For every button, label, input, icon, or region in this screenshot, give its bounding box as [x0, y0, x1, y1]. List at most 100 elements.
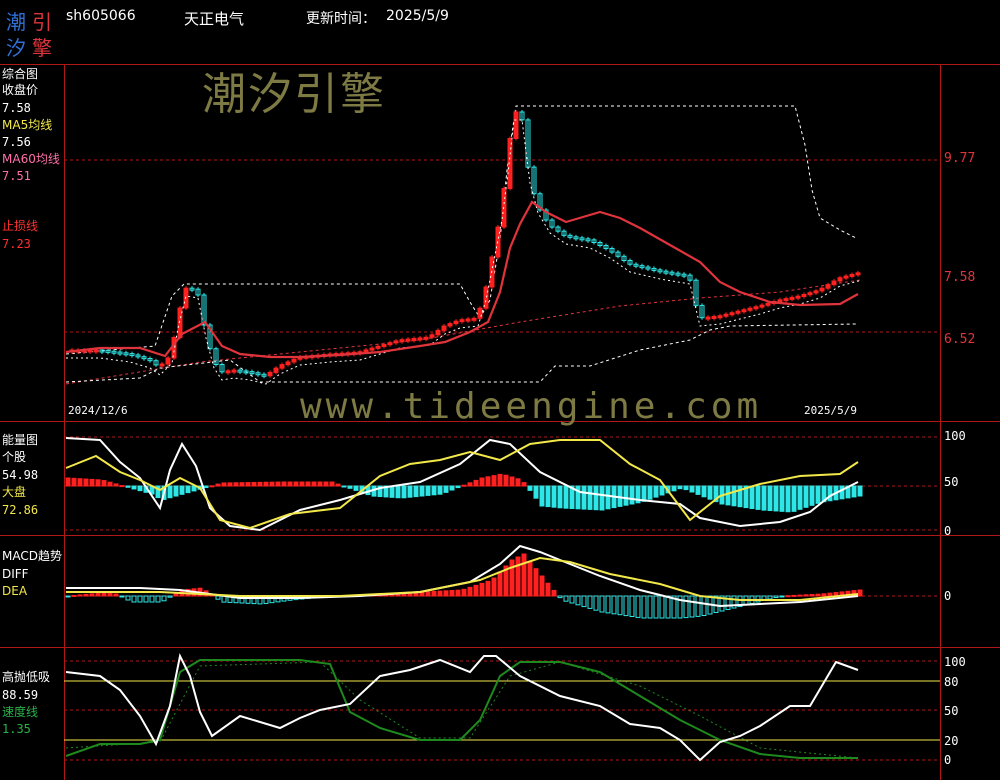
- energy-bar: [515, 478, 521, 487]
- date-start: 2024/12/6: [68, 404, 128, 417]
- macd-bar: [767, 595, 773, 600]
- macd-bar: [635, 595, 641, 618]
- hl-value: 88.59: [2, 688, 39, 702]
- ma5-line: [65, 200, 859, 359]
- watermark-cn: 潮汐引擎: [202, 69, 386, 120]
- energy-bar: [251, 481, 257, 487]
- macd-bar: [437, 590, 443, 597]
- macd-bar: [611, 595, 617, 615]
- hl-tick: 0: [944, 753, 952, 767]
- macd-bar: [527, 560, 533, 597]
- speed-line: [65, 659, 858, 759]
- macd-bar: [515, 556, 521, 597]
- hl-tick: 80: [944, 675, 959, 689]
- macd-bar: [593, 595, 599, 611]
- macd-bar: [149, 595, 155, 603]
- macd-bar: [533, 568, 539, 597]
- macd-bar: [77, 594, 83, 597]
- macd-bar: [545, 582, 551, 597]
- stop-label: 止损线: [2, 219, 39, 233]
- market-value: 72.86: [2, 503, 39, 517]
- energy-bar: [503, 474, 509, 487]
- ma5-value: 7.56: [2, 135, 31, 149]
- energy-bar: [677, 485, 683, 490]
- energy-bar: [857, 485, 863, 497]
- energy-bar: [659, 485, 665, 496]
- macd-bar: [563, 595, 569, 602]
- energy-bar: [563, 485, 569, 509]
- energy-bar: [689, 485, 695, 493]
- macd-bar: [659, 595, 665, 619]
- macd-bar: [71, 594, 77, 597]
- energy-bar: [647, 485, 653, 500]
- dea-label: DEA: [2, 584, 28, 598]
- panel-macd-title: MACD趋势: [2, 549, 62, 563]
- energy-bar: [353, 485, 359, 491]
- speed-value: 1.35: [2, 722, 31, 736]
- energy-tick: 100: [944, 429, 966, 443]
- energy-bar: [311, 481, 317, 487]
- energy-bar: [65, 477, 71, 487]
- close-value: 7.58: [2, 101, 31, 115]
- energy-bar: [629, 485, 635, 505]
- energy-bar: [347, 485, 353, 489]
- macd-bar: [215, 595, 221, 600]
- energy-bar: [131, 485, 137, 490]
- macd-bar: [131, 595, 137, 603]
- macd-bar: [803, 594, 809, 597]
- energy-tick: 50: [944, 475, 959, 489]
- level-label: 7.58: [944, 270, 976, 285]
- macd-bar: [821, 593, 827, 597]
- energy-bar: [239, 482, 245, 487]
- energy-bar: [851, 485, 857, 498]
- energy-bar: [323, 481, 329, 487]
- energy-bar: [227, 482, 233, 487]
- energy-bar: [335, 483, 341, 487]
- energy-bar: [725, 485, 731, 506]
- macd-bar: [473, 584, 479, 597]
- macd-bar: [551, 589, 557, 597]
- macd-bar: [497, 571, 503, 597]
- energy-bar: [467, 482, 473, 487]
- energy-bar: [557, 485, 563, 509]
- macd-bar: [143, 595, 149, 603]
- energy-bar: [749, 485, 755, 509]
- diff-line: [66, 544, 859, 608]
- upper-band-line: [65, 105, 857, 355]
- macd-bar: [509, 559, 515, 597]
- macd-bar: [443, 590, 449, 597]
- macd-bar: [485, 580, 491, 597]
- energy-bar: [599, 485, 605, 511]
- speed-label: 速度线: [2, 705, 39, 719]
- energy-bar: [329, 481, 335, 487]
- energy-bar: [203, 485, 209, 489]
- macd-bar: [455, 589, 461, 597]
- energy-bar: [245, 482, 251, 487]
- macd-bar: [647, 595, 653, 619]
- macd-bar: [653, 595, 659, 619]
- energy-bar: [683, 485, 689, 491]
- energy-bar: [761, 485, 767, 511]
- macd-bar: [785, 595, 791, 598]
- energy-bar: [755, 485, 761, 510]
- energy-bar: [797, 485, 803, 510]
- market-energy-line: [65, 439, 859, 530]
- energy-bar: [263, 481, 269, 487]
- energy-bar: [389, 485, 395, 498]
- macd-bar: [779, 595, 785, 598]
- macd-bar: [89, 593, 95, 597]
- energy-bar: [587, 485, 593, 510]
- macd-bar: [569, 595, 575, 604]
- energy-bar: [275, 481, 281, 487]
- energy-bar: [173, 485, 179, 497]
- energy-bar: [539, 485, 545, 507]
- macd-panel-plot: [65, 544, 863, 619]
- stock-label: 个股: [2, 450, 27, 464]
- main-panel-plot: [65, 105, 863, 385]
- macd-bar: [689, 595, 695, 618]
- energy-bar: [317, 481, 323, 487]
- macd-bar: [479, 582, 485, 597]
- ma5-label: MA5均线: [2, 118, 53, 132]
- energy-bar: [89, 478, 95, 487]
- energy-bar: [107, 481, 113, 487]
